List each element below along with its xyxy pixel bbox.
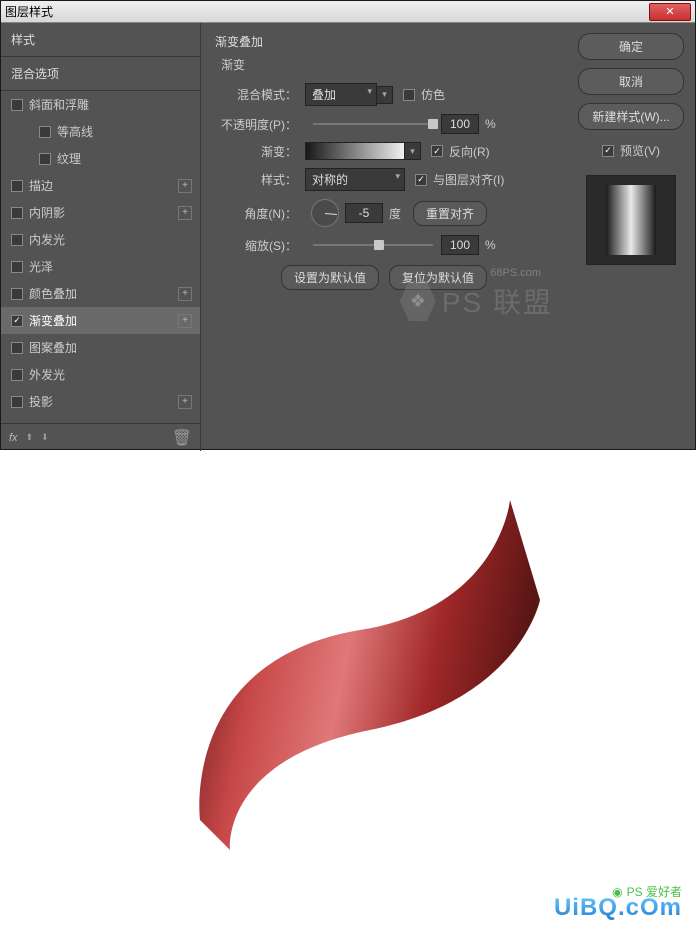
reverse-check[interactable]: 反向(R): [431, 143, 490, 160]
arrow-down-icon[interactable]: ⬇: [41, 432, 49, 443]
new-style-button[interactable]: 新建样式(W)...: [578, 103, 684, 130]
ribbon-preview-area: ◉ PS 爱好者 UiBQ.cOm: [0, 460, 696, 926]
dialog-title: 图层样式: [5, 3, 649, 20]
align-check[interactable]: 与图层对齐(I): [415, 171, 504, 188]
opacity-label: 不透明度(P)：: [215, 116, 305, 133]
right-panel: 确定 取消 新建样式(W)... 预览(V): [567, 23, 695, 451]
checkbox[interactable]: [11, 288, 23, 300]
degree-label: 度: [389, 205, 401, 222]
angle-dial[interactable]: [311, 199, 339, 227]
style-pattern-overlay[interactable]: 图案叠加: [1, 334, 200, 361]
styles-header[interactable]: 样式: [1, 23, 200, 57]
close-button[interactable]: ✕: [649, 3, 691, 21]
scale-row: 缩放(S)： %: [215, 235, 553, 255]
section-sub: 渐变: [221, 56, 553, 73]
arrow-up-icon[interactable]: ⬆: [26, 432, 34, 443]
opacity-input[interactable]: [441, 114, 479, 134]
style-satin[interactable]: 光泽: [1, 253, 200, 280]
slider-thumb[interactable]: [428, 119, 438, 129]
style-bevel[interactable]: 斜面和浮雕: [1, 91, 200, 118]
titlebar[interactable]: 图层样式 ✕: [1, 1, 695, 23]
checkbox[interactable]: [11, 234, 23, 246]
plus-icon[interactable]: +: [178, 206, 192, 220]
checkbox[interactable]: [431, 145, 443, 157]
style-color-overlay[interactable]: 颜色叠加+: [1, 280, 200, 307]
watermark-url: 68PS.com: [490, 267, 541, 279]
style-inner-shadow[interactable]: 内阴影+: [1, 199, 200, 226]
style-texture[interactable]: 纹理: [1, 145, 200, 172]
watermark: ❖ PS 联盟: [400, 281, 553, 321]
set-default-button[interactable]: 设置为默认值: [281, 265, 379, 290]
angle-input[interactable]: [345, 203, 383, 223]
center-panel: 渐变叠加 渐变 混合模式： 叠加 ▾ 仿色 不透明度(P)： % 渐变： ▾ 反…: [201, 23, 567, 451]
style-stroke[interactable]: 描边+: [1, 172, 200, 199]
checkbox[interactable]: [11, 207, 23, 219]
checkbox[interactable]: [39, 126, 51, 138]
gradient-row: 渐变： ▾ 反向(R): [215, 142, 553, 160]
plus-icon[interactable]: +: [178, 179, 192, 193]
percent-label: %: [485, 117, 496, 131]
gradient-label: 渐变：: [215, 143, 305, 160]
opacity-row: 不透明度(P)： %: [215, 114, 553, 134]
chevron-down-icon[interactable]: ▾: [377, 86, 393, 104]
checkbox[interactable]: [415, 174, 427, 186]
style-outer-glow[interactable]: 外发光: [1, 361, 200, 388]
hex-icon: ❖: [400, 281, 436, 321]
left-bottom-bar: fx ⬆ ⬇ 🗑: [1, 423, 200, 451]
scale-label: 缩放(S)：: [215, 237, 305, 254]
preview-box: [586, 175, 676, 265]
plus-icon[interactable]: +: [178, 314, 192, 328]
checkbox[interactable]: [11, 261, 23, 273]
checkbox[interactable]: [11, 396, 23, 408]
dither-check[interactable]: 仿色: [403, 86, 445, 103]
blend-options[interactable]: 混合选项: [1, 57, 200, 91]
style-drop-shadow[interactable]: 投影+: [1, 388, 200, 415]
slider-thumb[interactable]: [374, 240, 384, 250]
plus-icon[interactable]: +: [178, 287, 192, 301]
style-inner-glow[interactable]: 内发光: [1, 226, 200, 253]
ribbon-shape: [140, 480, 540, 860]
layer-style-dialog: 图层样式 ✕ 样式 混合选项 斜面和浮雕 等高线 纹理 描边+ 内阴影+ 内发光…: [0, 0, 696, 450]
style-row: 样式： 对称的 与图层对齐(I): [215, 168, 553, 191]
cancel-button[interactable]: 取消: [578, 68, 684, 95]
style-contour[interactable]: 等高线: [1, 118, 200, 145]
style-select[interactable]: 对称的: [305, 168, 405, 191]
blend-mode-row: 混合模式： 叠加 ▾ 仿色: [215, 83, 553, 106]
scale-input[interactable]: [441, 235, 479, 255]
checkbox[interactable]: [11, 342, 23, 354]
checkbox[interactable]: [403, 89, 415, 101]
dialog-body: 样式 混合选项 斜面和浮雕 等高线 纹理 描边+ 内阴影+ 内发光 光泽 颜色叠…: [1, 23, 695, 451]
checkbox[interactable]: [11, 369, 23, 381]
angle-row: 角度(N)： 度 重置对齐: [215, 199, 553, 227]
section-title: 渐变叠加: [215, 33, 553, 50]
ok-button[interactable]: 确定: [578, 33, 684, 60]
checkbox[interactable]: [11, 180, 23, 192]
percent-label: %: [485, 238, 496, 252]
gradient-picker[interactable]: [305, 142, 405, 160]
scale-slider[interactable]: [313, 244, 433, 246]
chevron-down-icon[interactable]: ▾: [405, 142, 421, 160]
trash-icon[interactable]: 🗑: [172, 428, 192, 448]
watermark-text: PS 联盟: [442, 281, 553, 321]
style-label: 样式：: [215, 171, 305, 188]
left-panel: 样式 混合选项 斜面和浮雕 等高线 纹理 描边+ 内阴影+ 内发光 光泽 颜色叠…: [1, 23, 201, 451]
checkbox[interactable]: [11, 99, 23, 111]
style-list: 斜面和浮雕 等高线 纹理 描边+ 内阴影+ 内发光 光泽 颜色叠加+ 渐变叠加+…: [1, 91, 200, 423]
preview-check[interactable]: 预览(V): [602, 142, 660, 159]
fx-label[interactable]: fx: [9, 432, 18, 444]
angle-label: 角度(N)：: [215, 205, 305, 222]
checkbox[interactable]: [11, 315, 23, 327]
bottom-url: UiBQ.cOm: [554, 894, 682, 922]
plus-icon[interactable]: +: [178, 395, 192, 409]
opacity-slider[interactable]: [313, 123, 433, 125]
checkbox[interactable]: [39, 153, 51, 165]
blend-mode-label: 混合模式：: [215, 86, 305, 103]
checkbox[interactable]: [602, 145, 614, 157]
style-gradient-overlay[interactable]: 渐变叠加+: [1, 307, 200, 334]
preview-gradient: [606, 185, 656, 255]
blend-mode-select[interactable]: 叠加: [305, 83, 377, 106]
reset-align-button[interactable]: 重置对齐: [413, 201, 487, 226]
